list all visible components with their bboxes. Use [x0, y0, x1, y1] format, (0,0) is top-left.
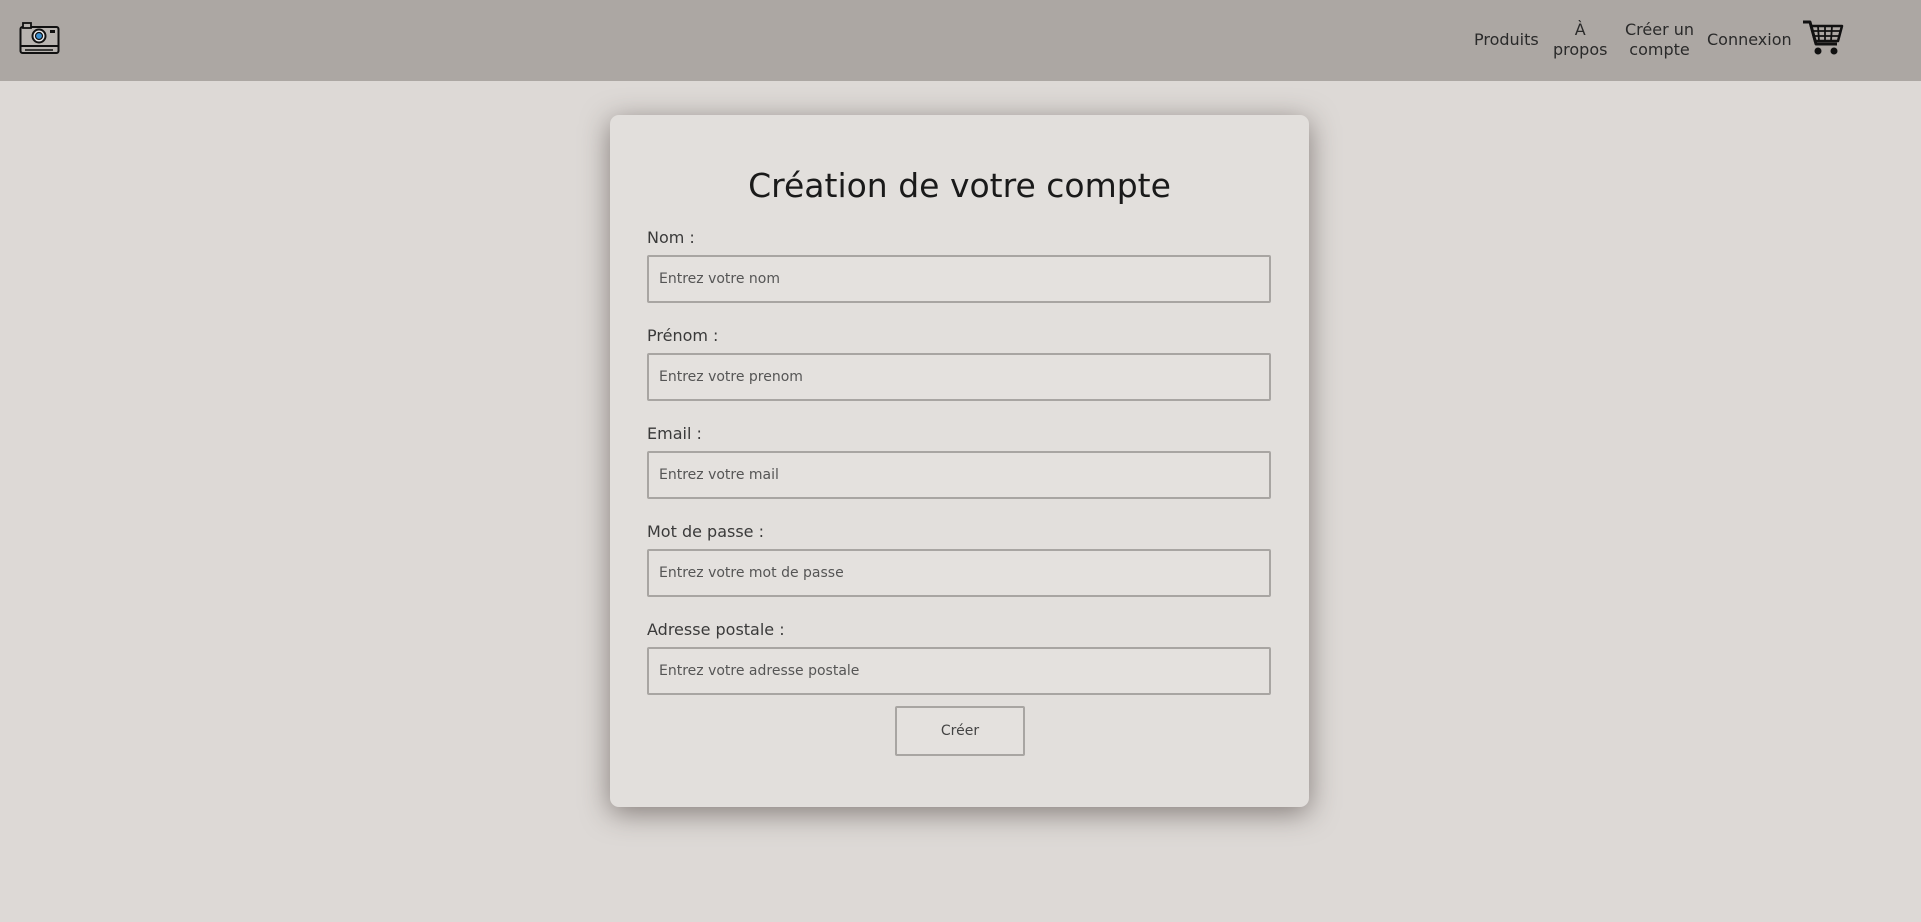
nom-label: Nom :	[647, 228, 695, 247]
nom-input[interactable]	[647, 255, 1271, 303]
email-label: Email :	[647, 424, 702, 443]
password-label: Mot de passe :	[647, 522, 764, 541]
address-label: Adresse postale :	[647, 620, 785, 639]
nav-link-a-propos[interactable]: À propos	[1553, 20, 1607, 60]
camera-icon[interactable]	[19, 21, 60, 55]
prenom-label: Prénom :	[647, 326, 719, 345]
create-account-button[interactable]: Créer	[895, 706, 1025, 756]
signup-form-card: Création de votre compte Nom : Prénom : …	[610, 115, 1309, 807]
shopping-cart-icon[interactable]	[1802, 18, 1844, 58]
nav-link-creer-compte[interactable]: Créer un compte	[1625, 20, 1694, 60]
address-input[interactable]	[647, 647, 1271, 695]
site-header: Produits À propos Créer un compte Connex…	[0, 0, 1921, 81]
page-title: Création de votre compte	[748, 166, 1171, 205]
email-input[interactable]	[647, 451, 1271, 499]
nav-link-produits[interactable]: Produits	[1474, 30, 1539, 50]
password-input[interactable]	[647, 549, 1271, 597]
prenom-input[interactable]	[647, 353, 1271, 401]
nav-link-connexion[interactable]: Connexion	[1707, 30, 1792, 50]
